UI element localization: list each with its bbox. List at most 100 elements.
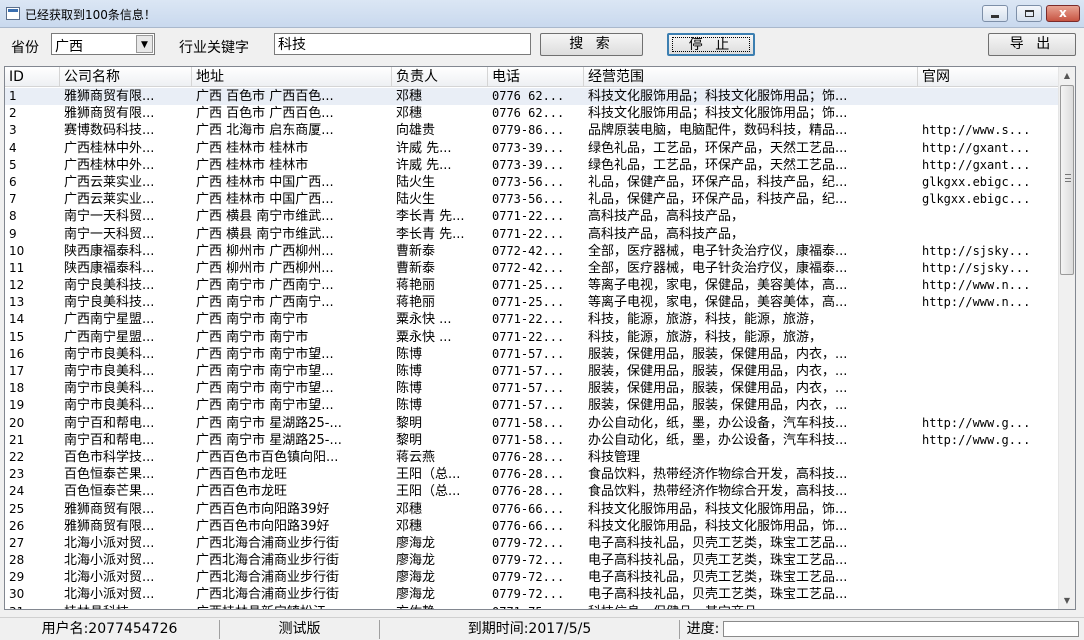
table-row[interactable]: 26 雅狮商贸有限... 广西百色市向阳路39好 邓穗 0776-66... 科技文化服饰… <box>5 518 1059 535</box>
cell-phone: 0773-39... <box>492 157 565 172</box>
table-row[interactable]: 18 南宁市良美科... 广西 南宁市 南宁市望... 陈博 0771-57... 服装，… <box>5 380 1059 397</box>
cell-address: 广西 柳州市 广西柳州... <box>196 243 334 259</box>
table-row[interactable]: 29 北海小派对贸... 广西北海合浦商业步行街 廖海龙 0779-72... 电子高科技… <box>5 569 1059 586</box>
stop-button[interactable]: 停 止 <box>667 33 755 56</box>
table-row[interactable]: 24 百色恒泰芒果... 广西百色市龙旺 王阳（总... 0776-28... 食品饮料，… <box>5 483 1059 500</box>
scroll-thumb[interactable] <box>1060 85 1074 275</box>
cell-scope: 礼品，保健产品，环保产品，科技产品，纪... <box>588 174 848 190</box>
cell-phone: 0771-75... <box>488 604 584 609</box>
table-row[interactable]: 7 广西云莱实业... 广西 桂林市 中国广西... 陆火生 0773-56... 礼品，… <box>5 191 1059 208</box>
table-row[interactable]: 4 广西桂林中外... 广西 桂林市 桂林市 许威 先... 0773-39... 绿色礼… <box>5 140 1059 157</box>
table-row[interactable]: 9 南宁一天科贸... 广西 横县 南宁市维武... 李长青 先... 0771-22.… <box>5 226 1059 243</box>
close-icon: x <box>1059 6 1067 20</box>
table-row[interactable]: 19 南宁市良美科... 广西 南宁市 南宁市望... 陈博 0771-57... 服装，… <box>5 397 1059 414</box>
cell-phone: 0776-28... <box>492 449 565 464</box>
table-row[interactable]: 13 南宁良美科技... 广西 南宁市 广西南宁... 蒋艳丽 0771-25... 等离… <box>5 294 1059 311</box>
cell-address: 广西 横县 南宁市维武... <box>196 226 334 242</box>
table-row[interactable]: 23 百色恒泰芒果... 广西百色市龙旺 王阳（总... 0776-28... 食品饮料，… <box>5 466 1059 483</box>
cell-phone: 0771-22... <box>492 329 565 344</box>
cell-website: http://www.n... <box>922 278 1031 293</box>
column-header-website[interactable]: 官网 <box>918 67 1059 87</box>
close-button[interactable]: x <box>1046 5 1080 22</box>
table-row[interactable]: 6 广西云莱实业... 广西 桂林市 中国广西... 陆火生 0773-56... 礼品，… <box>5 174 1059 191</box>
cell-contact: 李长青 先... <box>396 226 465 242</box>
cell-company: 陕西康福泰科... <box>64 243 155 259</box>
cell-phone: 0771-57... <box>492 364 565 378</box>
results-table[interactable]: ID 公司名称 地址 负责人 电话 经营范围 官网 1 雅狮商贸有限... 广西 百色市 广西百… <box>4 66 1076 610</box>
cell-phone: 0776-66... <box>492 518 565 533</box>
export-button[interactable]: 导 出 <box>988 33 1076 56</box>
table-row[interactable]: 15 广西南宁星盟... 广西 南宁市 南宁市 粟永快 ... 0771-22... 科技… <box>5 329 1059 346</box>
search-button[interactable]: 搜 索 <box>540 33 643 56</box>
cell-id: 12 <box>9 278 25 293</box>
cell-address: 广西北海合浦商业步行街 <box>196 587 340 603</box>
table-row[interactable]: 14 广西南宁星盟... 广西 南宁市 南宁市 粟永快 ... 0771-22... 科技… <box>5 311 1059 328</box>
table-row[interactable]: 30 北海小派对贸... 广西北海合浦商业步行街 廖海龙 0779-72... 电子高科技… <box>5 586 1059 603</box>
keyword-input[interactable] <box>274 33 531 55</box>
table-row[interactable]: 3 赛博数码科技... 广西 北海市 启东商厦... 向雄贵 0779-86... 品牌原… <box>5 122 1059 139</box>
table-row[interactable]: 21 南宁百和帮电... 广西 南宁市 星湖路25-... 黎明 0771-58... 办… <box>5 432 1059 449</box>
cell-scope: 办公自动化，纸，墨，办公设备，汽车科技... <box>588 432 848 448</box>
cell-company: 广西云莱实业... <box>64 174 155 190</box>
province-select[interactable]: 广西 ▼ <box>51 33 155 55</box>
table-row[interactable]: 11 陕西康福泰科... 广西 柳州市 广西柳州... 曹新泰 0772-42... 全部… <box>5 260 1059 277</box>
cell-company: 雅狮商贸有限... <box>64 89 155 104</box>
cell-contact: 邓穗 <box>396 518 423 534</box>
cell-contact: 陈博 <box>396 346 423 362</box>
cell-scope: 等离子电视，家电，保健品，美容美体，高... <box>588 278 848 294</box>
cell-phone: 0771-25... <box>492 295 565 310</box>
column-header-phone[interactable]: 电话 <box>488 67 584 87</box>
cell-contact: 廖海龙 <box>396 587 436 603</box>
table-body: 1 雅狮商贸有限... 广西 百色市 广西百色... 邓穗 0776 62... 科技文化… <box>5 88 1059 609</box>
dropdown-arrow-icon[interactable]: ▼ <box>136 35 153 53</box>
cell-scope: 办公自动化，纸，墨，办公设备，汽车科技... <box>588 415 848 431</box>
table-row[interactable]: 1 雅狮商贸有限... 广西 百色市 广西百色... 邓穗 0776 62... 科技文化… <box>5 88 1059 106</box>
maximize-button[interactable] <box>1016 5 1042 22</box>
column-header-address[interactable]: 地址 <box>192 67 392 87</box>
table-row[interactable]: 12 南宁良美科技... 广西 南宁市 广西南宁... 蒋艳丽 0771-25... 等离… <box>5 277 1059 294</box>
cell-phone: 0772-42... <box>492 243 565 258</box>
minimize-button[interactable] <box>982 5 1008 22</box>
cell-website <box>918 535 1059 552</box>
table-row[interactable]: 2 雅狮商贸有限... 广西 百色市 广西百色... 邓穗 0776 62... 科技文化… <box>5 105 1059 122</box>
cell-website <box>918 346 1059 363</box>
table-row[interactable]: 10 陕西康福泰科... 广西 柳州市 广西柳州... 曹新泰 0772-42... 全部… <box>5 243 1059 260</box>
cell-address: 广西 南宁市 南宁市望... <box>196 381 334 397</box>
status-expiry: 到期时间:2017/5/5 <box>380 620 680 639</box>
cell-id: 11 <box>9 260 25 275</box>
column-header-scope[interactable]: 经营范围 <box>584 67 918 87</box>
cell-company: 广西桂林中外... <box>64 140 155 156</box>
cell-company: 桂林县科技... <box>60 604 192 609</box>
table-row[interactable]: 16 南宁市良美科... 广西 南宁市 南宁市望... 陈博 0771-57... 服装，… <box>5 346 1059 363</box>
cell-id: 14 <box>9 312 25 327</box>
table-row[interactable]: 8 南宁一天科贸... 广西 横县 南宁市维武... 李长青 先... 0771-22.… <box>5 208 1059 225</box>
cell-contact: 蒋艳丽 <box>396 295 436 311</box>
column-header-company[interactable]: 公司名称 <box>60 67 192 87</box>
cell-company: 南宁市良美科... <box>64 381 155 397</box>
table-row[interactable]: 31桂林县科技...广西桂林县新宁镇松江方佐静0771-75...科技信息，保健… <box>5 604 1059 609</box>
table-row[interactable]: 5 广西桂林中外... 广西 桂林市 桂林市 许威 先... 0773-39... 绿色礼… <box>5 157 1059 174</box>
cell-address: 广西 南宁市 星湖路25-... <box>196 415 342 431</box>
cell-address: 广西百色市向阳路39好 <box>196 501 330 517</box>
cell-company: 北海小派对贸... <box>64 553 155 569</box>
cell-id: 1 <box>9 89 17 103</box>
vertical-scrollbar[interactable]: ▲ ▼ <box>1058 67 1075 609</box>
cell-scope: 科技管理 <box>588 449 641 465</box>
table-row[interactable]: 17 南宁市良美科... 广西 南宁市 南宁市望... 陈博 0771-57... 服装，… <box>5 363 1059 380</box>
cell-id: 2 <box>9 106 17 121</box>
table-row[interactable]: 20 南宁百和帮电... 广西 南宁市 星湖路25-... 黎明 0771-58... 办… <box>5 415 1059 432</box>
scroll-up-icon[interactable]: ▲ <box>1059 67 1075 84</box>
table-row[interactable]: 28 北海小派对贸... 广西北海合浦商业步行街 廖海龙 0779-72... 电子高科技… <box>5 552 1059 569</box>
cell-scope: 科技信息，保健品，其它商品 <box>584 604 918 609</box>
cell-contact: 廖海龙 <box>396 570 436 586</box>
column-header-contact[interactable]: 负责人 <box>392 67 488 87</box>
scroll-down-icon[interactable]: ▼ <box>1059 592 1075 609</box>
column-header-id[interactable]: ID <box>5 67 60 87</box>
table-row[interactable]: 22 百色市科学技... 广西百色市百色镇向阳... 蒋云燕 0776-28... 科技管… <box>5 449 1059 466</box>
cell-address: 广西桂林县新宁镇松江 <box>192 604 392 609</box>
cell-contact: 粟永快 ... <box>396 329 452 345</box>
table-row[interactable]: 25 雅狮商贸有限... 广西百色市向阳路39好 邓穗 0776-66... 科技文化服饰… <box>5 501 1059 518</box>
table-row[interactable]: 27 北海小派对贸... 广西北海合浦商业步行街 廖海龙 0779-72... 电子高科技… <box>5 535 1059 552</box>
cell-contact: 廖海龙 <box>396 535 436 551</box>
cell-address: 广西 桂林市 中国广西... <box>196 192 334 208</box>
